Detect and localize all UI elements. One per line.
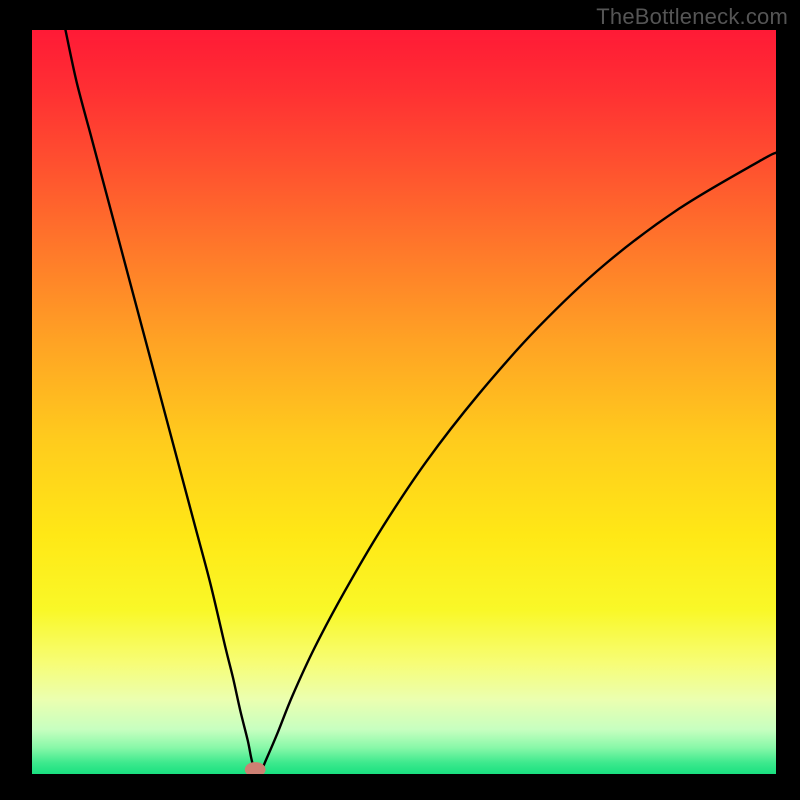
plot-area <box>32 30 776 774</box>
chart-svg <box>32 30 776 774</box>
watermark-text: TheBottleneck.com <box>596 4 788 30</box>
chart-container: TheBottleneck.com <box>0 0 800 800</box>
gradient-background <box>32 30 776 774</box>
